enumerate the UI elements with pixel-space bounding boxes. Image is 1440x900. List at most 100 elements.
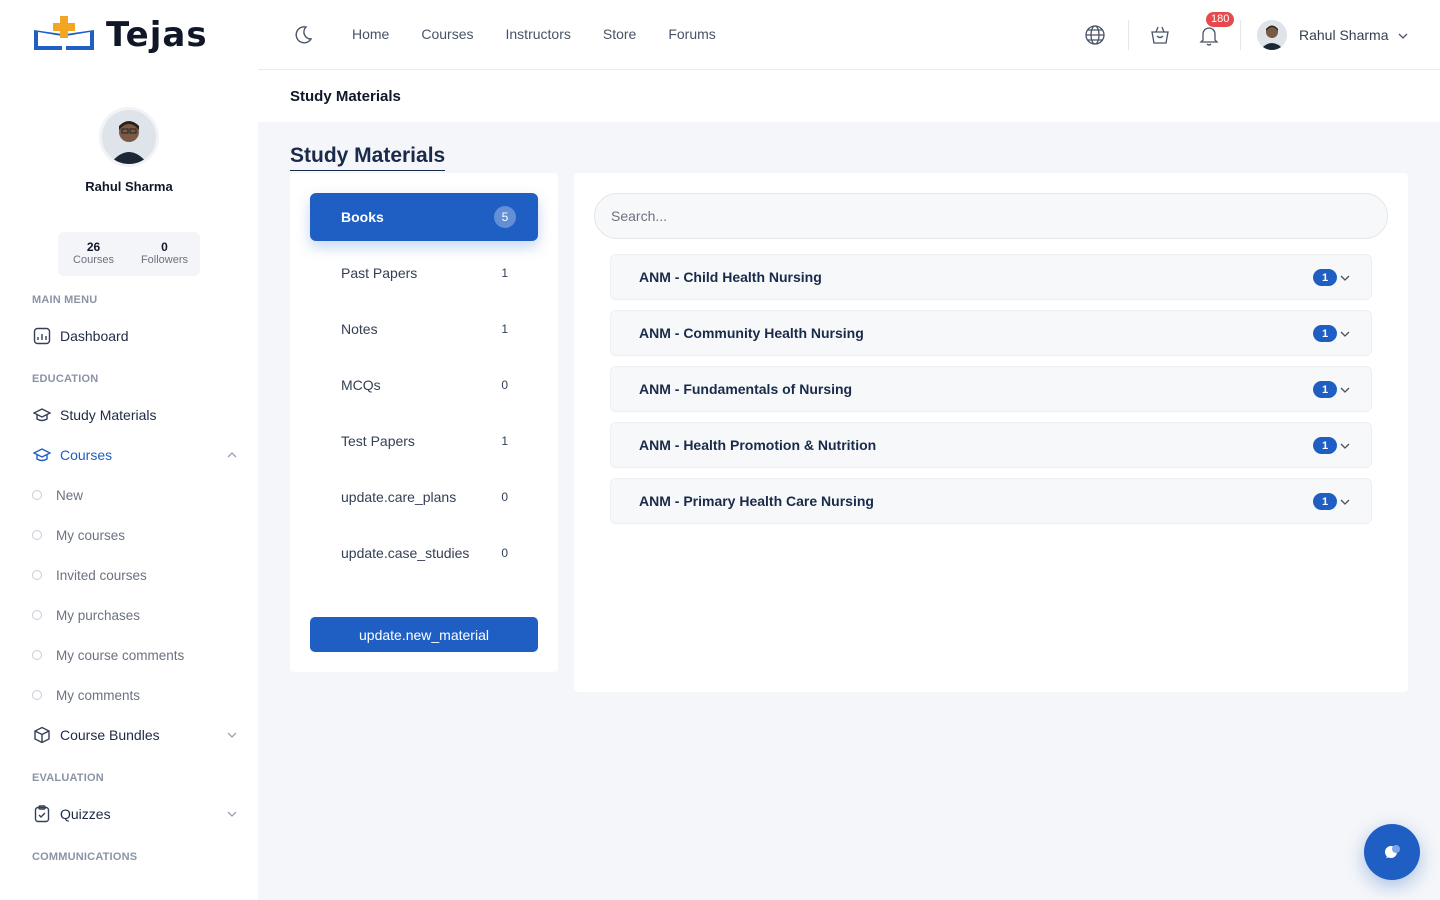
material-accordion[interactable]: ANM - Community Health Nursing 1 xyxy=(610,310,1372,356)
nav-home[interactable]: Home xyxy=(352,26,389,42)
courses-count: 26 xyxy=(86,240,101,254)
followers-stat: 0 Followers xyxy=(129,232,200,276)
chevron-up-icon xyxy=(227,452,237,458)
category-count: 0 xyxy=(501,378,508,392)
chat-button[interactable] xyxy=(1364,824,1420,880)
sidebar-item-label: Dashboard xyxy=(60,328,129,344)
material-count-badge: 1 xyxy=(1313,493,1337,510)
new-material-button[interactable]: update.new_material xyxy=(310,617,538,652)
breadcrumb: Study Materials xyxy=(290,88,401,105)
nav-forums[interactable]: Forums xyxy=(668,26,715,42)
profile-stats: 26 Courses 0 Followers xyxy=(58,232,200,276)
subitem-label: My course comments xyxy=(56,647,185,663)
globe-icon[interactable] xyxy=(1084,24,1106,46)
sidebar-item-courses[interactable]: Courses xyxy=(32,440,242,470)
sidebar-item-label: Study Materials xyxy=(60,407,157,423)
bell-icon[interactable] xyxy=(1198,24,1220,46)
divider xyxy=(1128,20,1129,50)
courses-stat: 26 Courses xyxy=(58,232,129,276)
category-count: 5 xyxy=(494,206,516,228)
bullet-icon xyxy=(32,490,42,500)
bullet-icon xyxy=(32,690,42,700)
clipboard-check-icon xyxy=(32,804,52,824)
moon-icon[interactable] xyxy=(292,24,314,46)
profile-avatar[interactable] xyxy=(99,107,159,167)
material-count-badge: 1 xyxy=(1313,381,1337,398)
material-title: ANM - Child Health Nursing xyxy=(639,269,822,285)
chevron-down-icon[interactable] xyxy=(1397,30,1409,42)
sidebar-item-quizzes[interactable]: Quizzes xyxy=(32,799,242,829)
sidebar-item-study-materials[interactable]: Study Materials xyxy=(32,400,242,430)
evaluation-label: EVALUATION xyxy=(32,772,104,784)
chevron-down-icon xyxy=(1340,443,1350,449)
category-label: Notes xyxy=(341,321,378,337)
category-case-studies[interactable]: update.case_studies 0 xyxy=(310,529,538,577)
category-label: Past Papers xyxy=(341,265,418,281)
main-menu-label: MAIN MENU xyxy=(32,294,98,306)
education-label: EDUCATION xyxy=(32,373,99,385)
material-accordion[interactable]: ANM - Primary Health Care Nursing 1 xyxy=(610,478,1372,524)
courses-label: Courses xyxy=(73,254,114,266)
chevron-down-icon xyxy=(1340,275,1350,281)
main-content: Study Materials Books 5 Past Papers 1 Note… xyxy=(258,122,1440,900)
sidebar: Tejas Rahul Sharma 26 Courses 0 Follower… xyxy=(0,0,258,900)
material-accordion[interactable]: ANM - Fundamentals of Nursing 1 xyxy=(610,366,1372,412)
user-avatar[interactable] xyxy=(1257,20,1287,50)
followers-label: Followers xyxy=(140,254,189,266)
category-label: Books xyxy=(341,209,384,225)
chevron-down-icon xyxy=(1340,499,1350,505)
category-notes[interactable]: Notes 1 xyxy=(310,305,538,353)
category-past-papers[interactable]: Past Papers 1 xyxy=(310,249,538,297)
sidebar-item-label: Quizzes xyxy=(60,806,111,822)
sidebar-subitem-my-purchases[interactable]: My purchases xyxy=(32,601,242,629)
chevron-down-icon xyxy=(1340,331,1350,337)
material-title: ANM - Primary Health Care Nursing xyxy=(639,493,874,509)
sidebar-subitem-my-comments[interactable]: My comments xyxy=(32,681,242,709)
brand-logo[interactable]: Tejas xyxy=(32,15,208,55)
material-count-badge: 1 xyxy=(1313,325,1337,342)
nav-store[interactable]: Store xyxy=(603,26,636,42)
category-count: 0 xyxy=(501,490,508,504)
bullet-icon xyxy=(32,650,42,660)
basket-icon[interactable] xyxy=(1149,24,1171,46)
category-label: update.case_studies xyxy=(341,545,470,561)
sidebar-subitem-my-courses[interactable]: My courses xyxy=(32,521,242,549)
graduation-cap-icon xyxy=(32,445,52,465)
graduation-cap-icon xyxy=(32,405,52,425)
breadcrumb-bar: Study Materials xyxy=(258,70,1440,122)
bullet-icon xyxy=(32,530,42,540)
sidebar-subitem-new[interactable]: New xyxy=(32,481,242,509)
sidebar-subitem-invited-courses[interactable]: Invited courses xyxy=(32,561,242,589)
chevron-down-icon xyxy=(1340,387,1350,393)
dashboard-icon xyxy=(32,326,52,346)
user-name[interactable]: Rahul Sharma xyxy=(1299,27,1389,43)
category-care-plans[interactable]: update.care_plans 0 xyxy=(310,473,538,521)
sidebar-item-course-bundles[interactable]: Course Bundles xyxy=(32,720,242,750)
material-title: ANM - Community Health Nursing xyxy=(639,325,864,341)
nav-instructors[interactable]: Instructors xyxy=(506,26,571,42)
top-nav: Home Courses Instructors Store Forums xyxy=(352,26,748,42)
book-logo-icon xyxy=(34,16,94,50)
sidebar-subitem-my-course-comments[interactable]: My course comments xyxy=(32,641,242,669)
chevron-down-icon xyxy=(227,732,237,738)
category-label: Test Papers xyxy=(341,433,415,449)
subitem-label: New xyxy=(56,487,84,503)
topbar: Home Courses Instructors Store Forums 18… xyxy=(258,0,1440,70)
subitem-label: My purchases xyxy=(56,607,141,623)
category-count: 0 xyxy=(501,546,508,560)
chevron-down-icon xyxy=(227,811,237,817)
category-books[interactable]: Books 5 xyxy=(310,193,538,241)
nav-courses[interactable]: Courses xyxy=(421,26,473,42)
sidebar-item-dashboard[interactable]: Dashboard xyxy=(32,321,242,351)
category-label: MCQs xyxy=(341,377,381,393)
bullet-icon xyxy=(32,610,42,620)
search-input[interactable] xyxy=(594,193,1388,239)
sidebar-item-label: Course Bundles xyxy=(60,727,160,743)
communications-label: COMMUNICATIONS xyxy=(32,851,138,863)
category-mcqs[interactable]: MCQs 0 xyxy=(310,361,538,409)
subitem-label: My courses xyxy=(56,527,126,543)
category-test-papers[interactable]: Test Papers 1 xyxy=(310,417,538,465)
category-count: 1 xyxy=(501,266,508,280)
material-accordion[interactable]: ANM - Child Health Nursing 1 xyxy=(610,254,1372,300)
material-accordion[interactable]: ANM - Health Promotion & Nutrition 1 xyxy=(610,422,1372,468)
